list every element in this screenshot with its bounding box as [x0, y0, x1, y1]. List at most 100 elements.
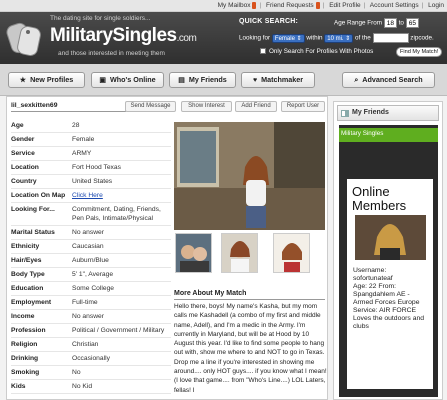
- thumbnail-photo-2[interactable]: [221, 233, 258, 273]
- site-header: The dating site for single soldiers... M…: [0, 12, 447, 64]
- detail-row: Location Fort Hood Texas: [11, 161, 171, 175]
- age-to-input[interactable]: 65: [405, 18, 419, 28]
- thumbnail-photo-3[interactable]: [273, 233, 310, 273]
- detail-key: Religion: [11, 341, 38, 348]
- detail-key: Hair/Eyes: [11, 257, 42, 264]
- quick-search-panel: QUICK SEARCH: Age Range From 18 to 65 Lo…: [236, 16, 444, 61]
- search-icon: ⌕: [354, 77, 359, 84]
- detail-key: Service: [11, 150, 35, 157]
- find-my-match-button[interactable]: Find My Match!: [396, 47, 443, 57]
- detail-value: Caucasian: [72, 243, 104, 250]
- nav-my-friends[interactable]: ▤ My Friends: [169, 72, 236, 88]
- my-friends-title: My Friends: [352, 109, 389, 116]
- detail-row: Income No answer: [11, 310, 171, 324]
- about-divider: [174, 299, 325, 300]
- thumbnail-image-3: [274, 234, 309, 272]
- zipcode-label: zipcode.: [410, 34, 434, 42]
- login-link[interactable]: Login: [428, 2, 444, 9]
- detail-key: Drinking: [11, 355, 39, 362]
- detail-row: Drinking Occasionally: [11, 352, 171, 366]
- detail-value: United States: [72, 178, 113, 185]
- zipcode-input[interactable]: [372, 33, 409, 43]
- detail-key: Smoking: [11, 369, 40, 376]
- nav-matchmaker[interactable]: ♥ Matchmaker: [241, 72, 315, 88]
- within-label: within: [306, 34, 323, 42]
- show-interest-button[interactable]: Show Interest: [181, 101, 232, 112]
- ad-member-image: [355, 215, 426, 260]
- detail-key: Income: [11, 313, 35, 320]
- detail-value: No answer: [72, 229, 104, 236]
- ad-username-label: Username:: [353, 267, 387, 274]
- detail-value: Female: [72, 136, 95, 143]
- detail-row: Education Some College: [11, 282, 171, 296]
- detail-key: Country: [11, 178, 37, 185]
- main-profile-photo[interactable]: [174, 122, 325, 230]
- detail-row: Religion Christian: [11, 338, 171, 352]
- ad-bio: Loves the outdoors and clubs: [353, 315, 425, 330]
- right-column: My Friends Military Singles Online Membe…: [333, 101, 443, 400]
- detail-row: Profession Political / Government / Milit…: [11, 324, 171, 338]
- detail-row: Ethnicity Caucasian: [11, 240, 171, 254]
- nav-new-profiles[interactable]: ★ New Profiles: [8, 72, 85, 88]
- detail-row: Service ARMY: [11, 147, 171, 161]
- detail-key: Profession: [11, 327, 46, 334]
- profile-photo-image: [174, 122, 325, 230]
- monitor-icon: ▣: [99, 77, 106, 84]
- detail-value: Christian: [72, 341, 99, 348]
- thumbnail-photo-1[interactable]: [175, 233, 212, 273]
- quick-search-title: QUICK SEARCH:: [239, 18, 298, 25]
- photos-only-label: Only Search For Profiles With Photos: [269, 48, 374, 55]
- detail-row: Gender Female: [11, 133, 171, 147]
- star-icon: ★: [19, 77, 27, 84]
- ad-username: sofortunateaf: [353, 275, 393, 282]
- nav-new-profiles-label: New Profiles: [30, 75, 74, 84]
- nav-whos-online[interactable]: ▣ Who's Online: [91, 72, 164, 88]
- detail-value: No Kid: [72, 383, 93, 390]
- logo-suffix-text: .com: [176, 33, 197, 44]
- detail-key: Body Type: [11, 271, 45, 278]
- detail-row: Hair/Eyes Auburn/Blue: [11, 254, 171, 268]
- detail-value: ARMY: [72, 150, 92, 157]
- detail-row: Looking For... Commitment, Dating, Friend…: [11, 203, 171, 226]
- map-link[interactable]: Click Here: [72, 192, 103, 199]
- detail-row: Marital Status No answer: [11, 226, 171, 240]
- nav-advanced-search-label: Advanced Search: [362, 75, 423, 84]
- report-user-button[interactable]: Report User: [281, 101, 325, 112]
- friends-icon: ▤: [178, 77, 185, 84]
- detail-value: Political / Government / Military: [72, 327, 165, 334]
- ad-member-photo[interactable]: [355, 215, 426, 260]
- logo-area[interactable]: The dating site for single soldiers... M…: [0, 12, 232, 64]
- photos-only-checkbox[interactable]: [260, 48, 266, 55]
- detail-value: Fort Hood Texas: [72, 164, 121, 171]
- mailbox-notification-icon: [252, 1, 257, 9]
- site-logo: MilitarySingles.com: [50, 25, 197, 47]
- nav-advanced-search[interactable]: ⌕ Advanced Search: [342, 72, 435, 88]
- detail-key: Education: [11, 285, 44, 292]
- detail-value: Commitment, Dating, Friends, Pen Pals, I…: [72, 206, 161, 222]
- account-settings-link[interactable]: Account Settings: [370, 2, 419, 9]
- detail-value: Occasionally: [72, 355, 110, 362]
- detail-row: Country United States: [11, 175, 171, 189]
- nav-matchmaker-label: Matchmaker: [261, 75, 304, 84]
- my-mailbox-link[interactable]: My Mailbox: [218, 2, 251, 9]
- age-range-row: Age Range From 18 to 65: [334, 18, 419, 28]
- edit-profile-link[interactable]: Edit Profile: [329, 2, 360, 9]
- add-friend-button[interactable]: Add Friend: [235, 101, 277, 112]
- detail-value: Some College: [72, 285, 115, 292]
- heart-icon: ♥: [252, 77, 258, 84]
- friend-requests-link[interactable]: Friend Requests: [266, 2, 314, 9]
- nav-my-friends-label: My Friends: [188, 75, 227, 84]
- thumbnail-image-1: [176, 234, 211, 272]
- detail-key: Age: [11, 122, 24, 129]
- online-members-ad[interactable]: Military Singles Online Members Username…: [339, 125, 438, 397]
- detail-key: Kids: [11, 383, 26, 390]
- ad-service: Service: AIR FORCE: [353, 307, 417, 314]
- ad-age-from: Age: 22 From: Spangdahlem AE - Armed For…: [353, 283, 420, 306]
- send-message-button[interactable]: Send Message: [125, 101, 176, 112]
- username-divider: [11, 111, 126, 112]
- about-text: Hello there, boys! My name's Kasha, but …: [174, 303, 327, 394]
- detail-key: Ethnicity: [11, 243, 40, 250]
- distance-select[interactable]: 10 mi. ⇕: [324, 33, 354, 43]
- gender-select[interactable]: Female ⇕: [271, 33, 305, 43]
- age-from-input[interactable]: 18: [383, 18, 397, 28]
